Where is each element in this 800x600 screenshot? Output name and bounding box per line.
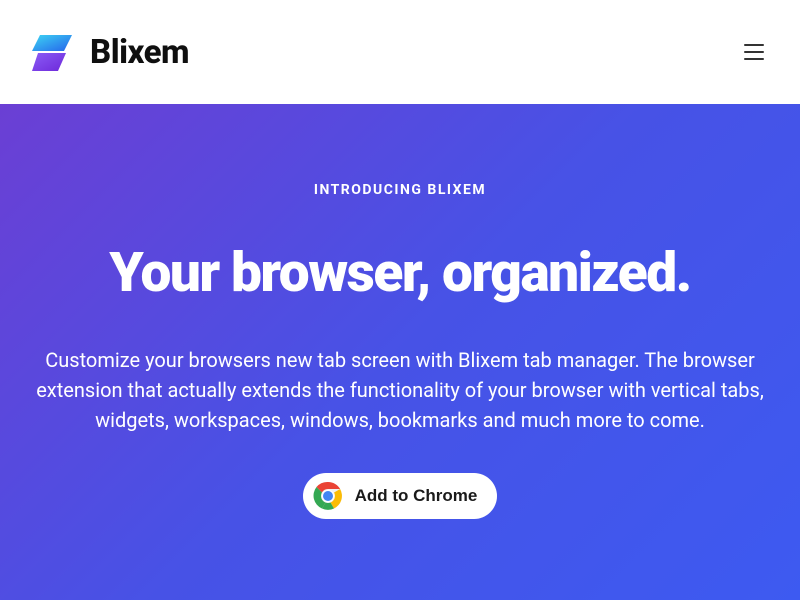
blixem-logo-icon: [32, 29, 78, 75]
cta-label: Add to Chrome: [355, 486, 478, 506]
hamburger-menu-button[interactable]: [744, 40, 768, 64]
tagline: INTRODUCING BLIXEM: [314, 182, 486, 198]
hamburger-icon: [744, 58, 764, 60]
description: Customize your browsers new tab screen w…: [35, 345, 765, 435]
header: Blixem: [0, 0, 800, 104]
hamburger-icon: [744, 51, 764, 53]
hero-section: INTRODUCING BLIXEM Your browser, organiz…: [0, 104, 800, 600]
hamburger-icon: [744, 44, 764, 46]
logo-section[interactable]: Blixem: [32, 29, 189, 75]
headline: Your browser, organized.: [109, 246, 691, 301]
chrome-icon: [313, 481, 343, 511]
brand-name: Blixem: [90, 33, 189, 72]
add-to-chrome-button[interactable]: Add to Chrome: [303, 473, 498, 519]
